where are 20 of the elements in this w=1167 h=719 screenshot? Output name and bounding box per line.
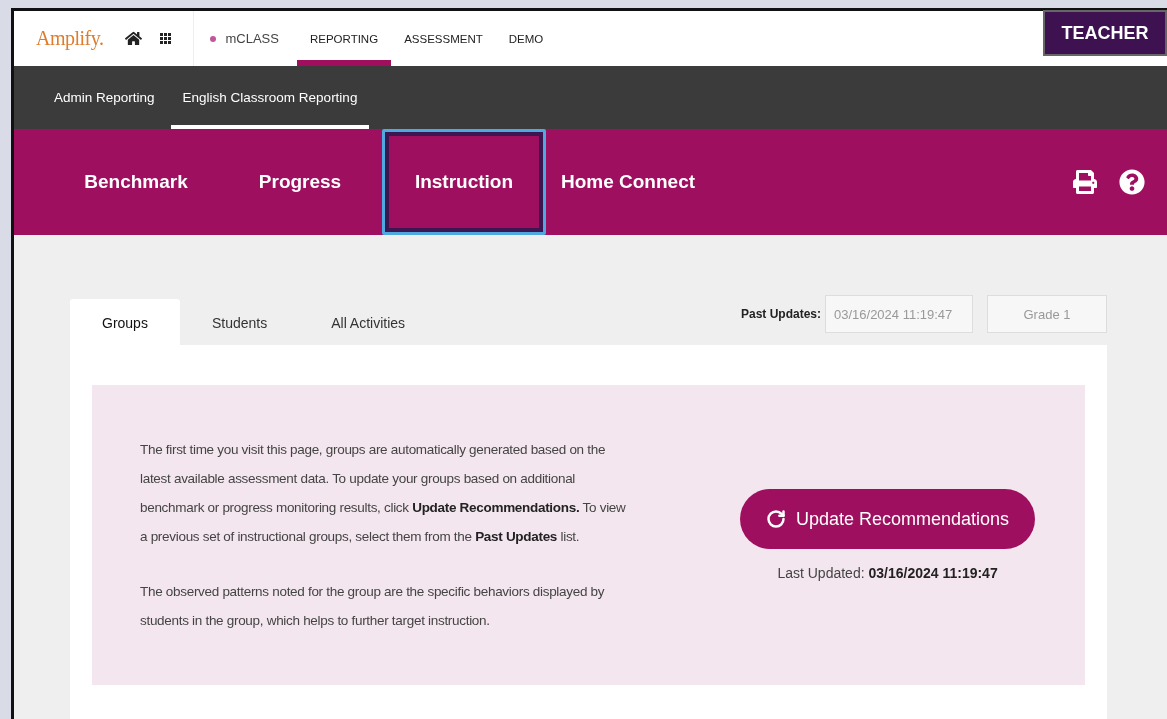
product-name[interactable]: mCLASS [194, 11, 297, 66]
report-tab[interactable]: Benchmark [54, 129, 218, 235]
report-tab[interactable]: Progress [218, 129, 382, 235]
home-icon[interactable] [125, 30, 143, 47]
report-tab[interactable]: Home Connect [546, 129, 710, 235]
subnav-tab[interactable]: Admin Reporting [42, 66, 167, 129]
info-paragraph: The observed patterns noted for the group are the specific behaviors displayed by students in the group, which helps to further target instruction. [140, 583, 606, 630]
last-updated-text: Last Updated: 03/16/2024 11:19:47 [777, 565, 998, 581]
apps-grid-icon[interactable] [160, 33, 172, 44]
print-icon[interactable] [1073, 170, 1097, 194]
nav-tab[interactable]: ASSESSMENT [391, 11, 496, 66]
report-tab[interactable]: Instruction [382, 129, 546, 235]
past-updates-label: Past Updates: [740, 307, 821, 321]
content-tab[interactable]: Groups [70, 299, 180, 345]
refresh-icon [766, 509, 786, 529]
role-badge: TEACHER [1043, 10, 1167, 56]
help-icon[interactable] [1119, 169, 1145, 195]
nav-tab[interactable]: DEMO [495, 11, 557, 66]
update-recommendations-button[interactable]: Update Recommendations [740, 489, 1036, 549]
info-paragraph: The first time you visit this page, groups are automatically generated based on the latest available assessment data. To update your groups based on additional benchmark or progress monitoring results, click Update Recommendations. To view a previous set of instructional groups, select them from the Past Updates list. [140, 441, 627, 546]
